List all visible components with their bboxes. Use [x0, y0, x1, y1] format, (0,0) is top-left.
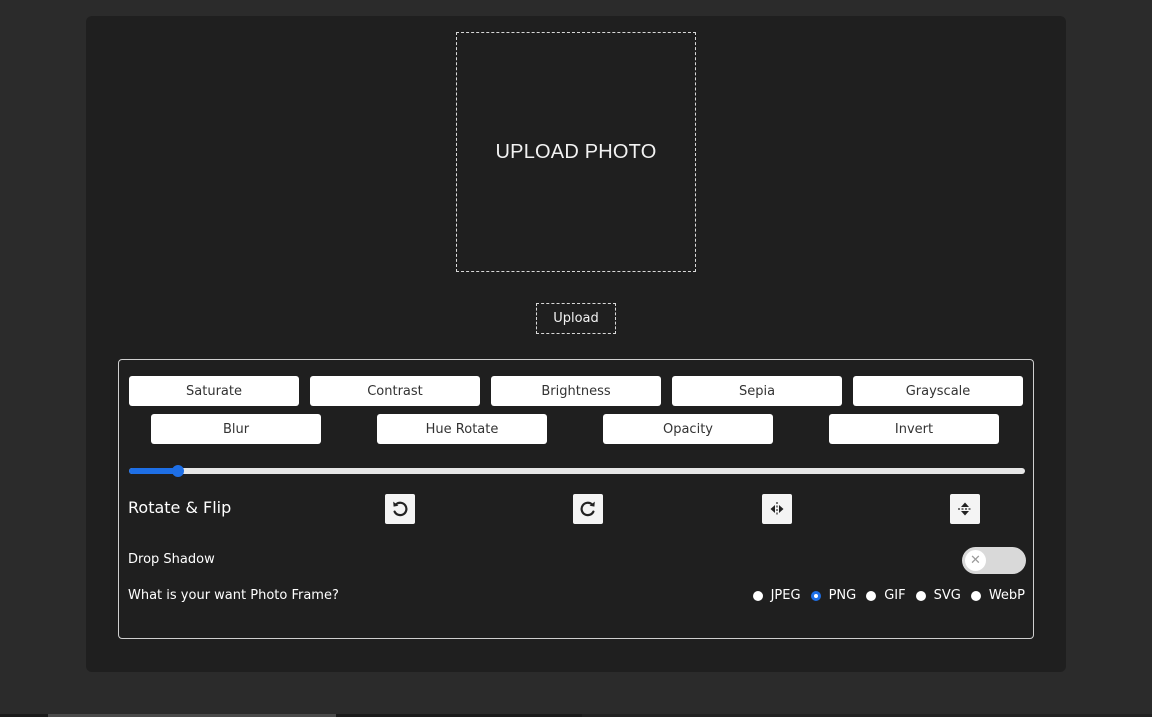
radio-gif[interactable]: GIF: [866, 588, 906, 603]
radio-svg[interactable]: SVG: [915, 588, 961, 603]
flip-vertical-icon: [958, 502, 972, 516]
radio-gif-dot[interactable]: [866, 590, 877, 601]
filter-row-1: Saturate Contrast Brightness Sepia Grays…: [129, 376, 1023, 406]
close-icon: ✕: [970, 553, 981, 568]
radio-png-dot[interactable]: [810, 590, 821, 601]
radio-webp-label: WebP: [988, 588, 1025, 603]
rotate-flip-label: Rotate & Flip: [128, 498, 232, 517]
slider-fill: [129, 468, 179, 474]
radio-jpeg-dot[interactable]: [752, 590, 763, 601]
radio-svg-label: SVG: [933, 588, 961, 603]
controls-panel: Saturate Contrast Brightness Sepia Grays…: [118, 359, 1034, 639]
blur-button[interactable]: Blur: [151, 414, 321, 444]
saturate-button[interactable]: Saturate: [129, 376, 299, 406]
flip-vertical-button[interactable]: [950, 494, 980, 524]
filter-slider[interactable]: [129, 465, 1025, 477]
flip-horizontal-icon: [770, 502, 784, 516]
radio-webp-dot[interactable]: [970, 590, 981, 601]
rotate-left-button[interactable]: [385, 494, 415, 524]
radio-png-label: PNG: [828, 588, 857, 603]
photo-upload-area[interactable]: UPLOAD PHOTO: [456, 32, 696, 272]
grayscale-button[interactable]: Grayscale: [853, 376, 1023, 406]
editor-panel: UPLOAD PHOTO Upload Saturate Contrast Br…: [86, 16, 1066, 672]
filter-row-2: Blur Hue Rotate Opacity Invert: [151, 414, 999, 444]
sepia-button[interactable]: Sepia: [672, 376, 842, 406]
rotate-left-icon: [393, 501, 408, 517]
drop-shadow-label: Drop Shadow: [128, 552, 215, 567]
hue-rotate-button[interactable]: Hue Rotate: [377, 414, 547, 444]
flip-horizontal-button[interactable]: [762, 494, 792, 524]
drop-shadow-toggle[interactable]: ✕: [962, 547, 1026, 574]
slider-thumb[interactable]: [172, 465, 185, 477]
invert-button[interactable]: Invert: [829, 414, 999, 444]
radio-jpeg[interactable]: JPEG: [752, 588, 801, 603]
rotate-right-button[interactable]: [573, 494, 603, 524]
toggle-knob: ✕: [965, 550, 986, 571]
rotate-right-icon: [580, 501, 595, 517]
radio-png[interactable]: PNG: [810, 588, 857, 603]
upload-button[interactable]: Upload: [536, 303, 616, 334]
contrast-button[interactable]: Contrast: [310, 376, 480, 406]
opacity-button[interactable]: Opacity: [603, 414, 773, 444]
radio-gif-label: GIF: [884, 588, 906, 603]
radio-svg-dot[interactable]: [915, 590, 926, 601]
upload-photo-text: UPLOAD PHOTO: [495, 140, 657, 163]
brightness-button[interactable]: Brightness: [491, 376, 661, 406]
photo-frame-label: What is your want Photo Frame?: [128, 588, 339, 603]
frame-format-options: JPEG PNG GIF SVG WebP: [743, 588, 1025, 603]
radio-jpeg-label: JPEG: [770, 588, 801, 603]
radio-webp[interactable]: WebP: [970, 588, 1025, 603]
